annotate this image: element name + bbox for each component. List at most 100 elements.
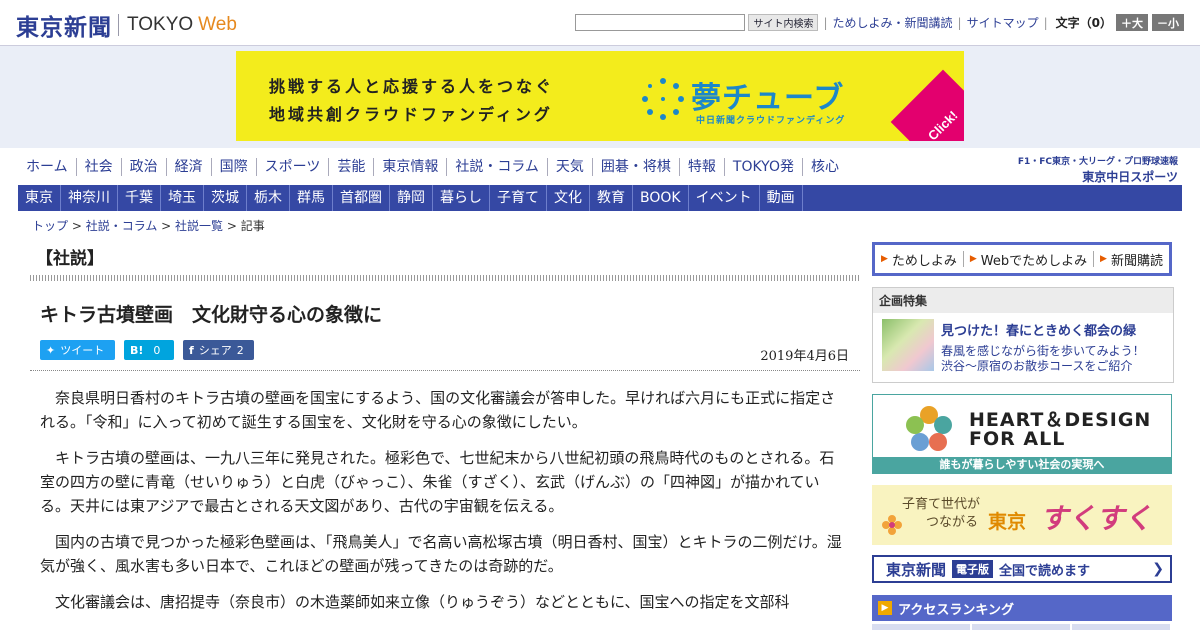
nav-entertainment[interactable]: 芸能 bbox=[328, 158, 373, 176]
sukusuku-tagline-2: つながる bbox=[926, 515, 979, 530]
dotted-circle-icon bbox=[642, 78, 684, 120]
article-paragraph: 文化審議会は、唐招提寺（奈良市）の木造薬師如来立像（りゅうぞう）などとともに、国… bbox=[55, 593, 790, 611]
ranking-tab[interactable] bbox=[972, 624, 1072, 630]
banner-line1: 挑戦する人と応援する人をつなぐ bbox=[269, 77, 555, 96]
digital-edition-banner[interactable]: 東京新聞 電子版 全国で読めます ❯ bbox=[872, 555, 1172, 583]
chunichi-tagline: F1・FC東京・大リーグ・プロ野球速報 bbox=[1017, 157, 1178, 167]
breadcrumb-editorial-list[interactable]: 社説一覧 bbox=[175, 219, 223, 233]
tweet-button[interactable]: ✦ ツイート bbox=[40, 340, 115, 360]
ranking-tab[interactable] bbox=[872, 624, 972, 630]
twitter-bird-icon: ✦ bbox=[46, 343, 56, 357]
hatena-b-icon: B! bbox=[130, 343, 144, 357]
article-title: キトラ古墳壁画 文化財守る心の象徴に bbox=[40, 304, 383, 326]
web-trial-read-link[interactable]: ▶ Webでためしよみ bbox=[970, 250, 1087, 269]
hatena-count: 0 bbox=[153, 343, 161, 357]
util-divider: | bbox=[823, 15, 828, 30]
breadcrumb-separator: > bbox=[223, 219, 241, 233]
trial-read-link[interactable]: ▶ ためしよみ bbox=[881, 250, 957, 269]
arrow-right-icon: ▶ bbox=[969, 254, 977, 264]
nav-sports[interactable]: スポーツ bbox=[255, 158, 329, 176]
nav-editorials[interactable]: 社説・コラム bbox=[446, 158, 547, 176]
nav-gunma[interactable]: 群馬 bbox=[290, 185, 333, 211]
utility-bar: サイト内検索 | ためしよみ・新聞講読 | サイトマップ | 文字（0） ＋大 … bbox=[575, 14, 1184, 31]
nav-kanagawa[interactable]: 神奈川 bbox=[61, 185, 118, 211]
feature-title-link[interactable]: 見つけた！春にときめく都会の緑 bbox=[941, 320, 1136, 339]
breadcrumb-separator: > bbox=[68, 219, 86, 233]
breadcrumb-top[interactable]: トップ bbox=[32, 219, 68, 233]
nav-tokyo-info[interactable]: 東京情報 bbox=[373, 158, 446, 176]
breadcrumb-editorials[interactable]: 社説・コラム bbox=[86, 219, 158, 233]
digital-edition-text: 全国で読めます bbox=[999, 563, 1091, 579]
dotted-divider bbox=[30, 370, 860, 371]
nav-kakushin[interactable]: 核心 bbox=[801, 158, 847, 176]
ranking-tabs bbox=[872, 624, 1172, 630]
yume-tube-banner[interactable]: 挑戦する人と応援する人をつなぐ 地域共創クラウドファンディング 夢チューブ 中日… bbox=[236, 51, 964, 141]
nav-shutoken[interactable]: 首都圏 bbox=[333, 185, 390, 211]
share-buttons: ✦ ツイート B! 0 f シェア 2 bbox=[40, 340, 263, 360]
logo-divider bbox=[118, 14, 119, 36]
nav-home[interactable]: ホーム bbox=[18, 158, 76, 176]
arrow-right-icon: ▶ bbox=[880, 254, 888, 264]
nav-tokyo[interactable]: 東京 bbox=[18, 185, 61, 211]
tokyo-sukusuku-banner[interactable]: 子育て世代が つながる 東京 すくすく bbox=[872, 485, 1172, 545]
nav-shizuoka[interactable]: 静岡 bbox=[390, 185, 433, 211]
nav-event[interactable]: イベント bbox=[689, 185, 760, 211]
nav-politics[interactable]: 政治 bbox=[120, 158, 166, 176]
chevron-right-icon: ❯ bbox=[1152, 561, 1164, 577]
nav-tochigi[interactable]: 栃木 bbox=[247, 185, 290, 211]
nav-go-shogi[interactable]: 囲碁・将棋 bbox=[591, 158, 679, 176]
feature-thumbnail[interactable] bbox=[882, 319, 934, 371]
article-paragraph: 国内の古墳で見つかった極彩色壁画は、「飛鳥美人」で名高い高松塚古墳（明日香村、国… bbox=[40, 533, 842, 575]
nav-tokyo-hatsu[interactable]: TOKYO発 bbox=[723, 158, 802, 176]
font-size-label: 文字（0） bbox=[1055, 16, 1112, 30]
nav-chiba[interactable]: 千葉 bbox=[118, 185, 161, 211]
cta-divider bbox=[962, 251, 964, 267]
nav-society[interactable]: 社会 bbox=[75, 158, 121, 176]
font-size-down-button[interactable]: －小 bbox=[1152, 14, 1184, 31]
site-logo[interactable]: 東京新聞 TOKYO Web bbox=[16, 8, 237, 42]
feature-desc-line2: 渋谷～原宿のお散歩コースをご紹介 bbox=[941, 359, 1133, 373]
feature-heading: 企画特集 bbox=[873, 288, 1173, 313]
trial-subscribe-link[interactable]: ためしよみ・新聞講読 bbox=[833, 14, 953, 31]
nav-education[interactable]: 教育 bbox=[590, 185, 633, 211]
logo-tokyo: TOKYO bbox=[127, 14, 194, 35]
arrow-right-icon: ▶ bbox=[1100, 254, 1107, 264]
digital-edition-tag: 電子版 bbox=[952, 560, 994, 578]
site-search-button[interactable]: サイト内検索 bbox=[748, 14, 819, 31]
hatena-bookmark-button[interactable]: B! 0 bbox=[124, 340, 174, 360]
nav-culture[interactable]: 文化 bbox=[547, 185, 590, 211]
for-all-title: FOR ALL bbox=[969, 428, 1066, 450]
nav-book[interactable]: BOOK bbox=[633, 185, 689, 211]
subscribe-label: 新聞購読 bbox=[1110, 253, 1163, 269]
font-size-up-button[interactable]: ＋大 bbox=[1116, 14, 1148, 31]
nav-international[interactable]: 国際 bbox=[210, 158, 256, 176]
nav-kurashi[interactable]: 暮らし bbox=[433, 185, 490, 211]
sitemap-link[interactable]: サイトマップ bbox=[967, 14, 1039, 31]
nav-kosodate[interactable]: 子育て bbox=[490, 185, 547, 211]
banner-copy: 挑戦する人と応援する人をつなぐ 地域共創クラウドファンディング bbox=[269, 73, 554, 129]
banner-brand: 夢チューブ bbox=[691, 81, 845, 116]
nav-video[interactable]: 動画 bbox=[760, 185, 803, 211]
facebook-share-button[interactable]: f シェア 2 bbox=[183, 340, 254, 360]
nav-saitama[interactable]: 埼玉 bbox=[161, 185, 204, 211]
tweet-label: ツイート bbox=[60, 344, 105, 357]
banner-area: 挑戦する人と応援する人をつなぐ 地域共創クラウドファンディング 夢チューブ 中日… bbox=[0, 46, 1200, 148]
article-paragraph: 奈良県明日香村のキトラ古墳の壁画を国宝にするよう、国の文化審議会が答申した。早け… bbox=[40, 389, 836, 431]
feature-special-box: 企画特集 見つけた！春にときめく都会の緑 春風を感じながら街を歩いてみよう！ 渋… bbox=[872, 287, 1174, 383]
nav-economy[interactable]: 経済 bbox=[165, 158, 211, 176]
logo-tokyo-shimbun: 東京新聞 bbox=[16, 14, 112, 41]
chunichi-sports-link[interactable]: F1・FC東京・大リーグ・プロ野球速報 東京中日スポーツ bbox=[1018, 154, 1178, 185]
nav-weather[interactable]: 天気 bbox=[546, 158, 592, 176]
util-divider: | bbox=[1043, 15, 1048, 30]
feature-description: 春風を感じながら街を歩いてみよう！ 渋谷～原宿のお散歩コースをご紹介 bbox=[941, 344, 1145, 374]
subscribe-link[interactable]: ▶ 新聞購読 bbox=[1100, 250, 1163, 269]
search-input[interactable] bbox=[575, 14, 746, 31]
nav-ibaraki[interactable]: 茨城 bbox=[204, 185, 247, 211]
article-body: 奈良県明日香村のキトラ古墳の壁画を国宝にするよう、国の文化審議会が答申した。早け… bbox=[40, 386, 846, 626]
banner-subtitle: 中日新聞クラウドファンディング bbox=[696, 116, 846, 126]
heart-design-caption: 誰もが暮らしやすい社会の実現へ bbox=[873, 457, 1171, 473]
article-paragraph: キトラ古墳の壁画は、一九八三年に発見された。極彩色で、七世紀末から八世紀初頭の飛… bbox=[40, 449, 835, 515]
nav-tokuho[interactable]: 特報 bbox=[678, 158, 724, 176]
heart-design-banner[interactable]: HEART＆DESIGN FOR ALL 誰もが暮らしやすい社会の実現へ bbox=[872, 394, 1172, 474]
ranking-tab[interactable] bbox=[1072, 624, 1172, 630]
